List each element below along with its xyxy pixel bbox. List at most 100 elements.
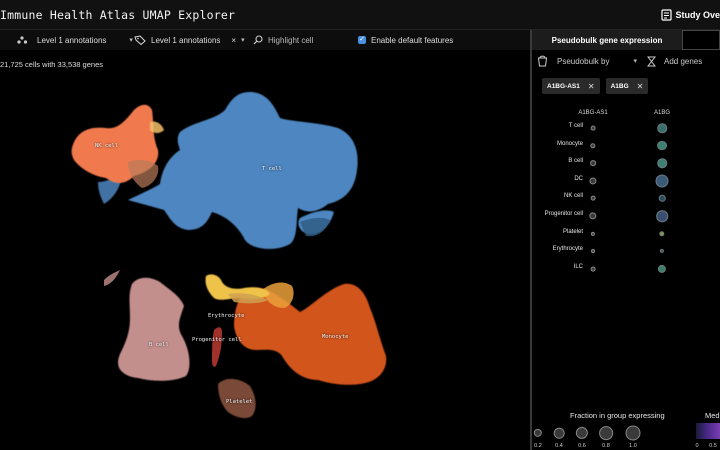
fraction-legend-tick: 1.0 (629, 443, 637, 449)
highlight-cell-input[interactable]: Highlight cell ▾ (253, 35, 364, 45)
dotplot-row: Erythrocyte (532, 245, 720, 257)
dotplot-row: B cell (532, 157, 720, 169)
b-cell-fragment (104, 270, 120, 286)
expression-dot[interactable] (655, 174, 669, 188)
mean-legend-title: Med (705, 411, 720, 420)
umap-scatter[interactable] (0, 50, 531, 450)
fraction-legend-tick: 0.4 (555, 443, 563, 449)
study-overview-button[interactable]: Study Ove (661, 6, 720, 24)
expression-dot[interactable] (659, 230, 665, 237)
gene-chips: A1BG-AS1 ✕ A1BG ✕ (542, 78, 649, 94)
checkbox-icon[interactable]: ✓ (358, 36, 366, 44)
default-features-toggle[interactable]: ✓ Enable default features (358, 36, 453, 45)
study-overview-label: Study Ove (675, 10, 720, 20)
expression-dot[interactable] (657, 264, 667, 273)
palette-icon (17, 36, 28, 44)
tab-secondary[interactable] (682, 30, 720, 50)
expression-dot[interactable] (657, 123, 667, 133)
fraction-legend-circle (575, 426, 589, 440)
app-title: Immune Health Atlas UMAP Explorer (0, 8, 236, 22)
fraction-legend-tick: 0.2 (534, 443, 542, 449)
panel-tabs: Pseudobulk gene expression (532, 30, 720, 50)
tag-icon (134, 35, 146, 45)
bucket-icon (537, 55, 548, 67)
expression-dot[interactable] (590, 266, 596, 272)
expression-dot[interactable] (590, 125, 596, 131)
cluster-label-platelet: Platelet (226, 399, 253, 405)
umap-plot[interactable]: NK cell T cell B cell Erythrocyte Progen… (0, 50, 531, 450)
cell-type-label: B cell (568, 158, 583, 165)
expression-dot[interactable] (591, 249, 595, 254)
expression-dot[interactable] (657, 158, 667, 168)
cluster-label-progenitor-cell: Progenitor cell (192, 337, 242, 343)
cell-type-label: ILC (573, 263, 583, 270)
b-cell-cluster (118, 277, 190, 381)
cell-type-label: Erythrocyte (552, 246, 583, 253)
label-by-label: Level 1 annotations (151, 35, 221, 45)
dotplot-row: Progenitor cell (532, 210, 720, 222)
highlight-cell-placeholder: Highlight cell (268, 35, 314, 45)
expression-dot[interactable] (658, 195, 666, 202)
cluster-label-b-cell: B cell (149, 342, 169, 348)
close-icon[interactable]: ✕ (588, 82, 595, 91)
color-by-label: Level 1 annotations (37, 35, 107, 45)
umap-toolbar: Level 1 annotations ▾ Level 1 annotation… (0, 30, 531, 50)
dotplot-column-header: A1BG-AS1 (578, 110, 608, 116)
color-by-select[interactable]: Level 1 annotations ▾ (16, 35, 133, 45)
cell-type-label: T cell (568, 123, 583, 129)
fraction-legend-circle (599, 426, 613, 440)
fraction-legend-tick: 0.8 (602, 443, 610, 449)
fraction-legend-title: Fraction in group expressing (570, 411, 665, 420)
fraction-legend-circle (625, 425, 641, 441)
label-by-select[interactable]: Level 1 annotations × ▾ (134, 35, 245, 45)
fraction-legend-circle (533, 428, 543, 438)
side-panel: Pseudobulk gene expression Pseudobulk by… (532, 30, 720, 450)
default-features-label: Enable default features (371, 35, 454, 45)
dotplot-row: Monocyte (532, 140, 720, 152)
cell-type-label: Monocyte (556, 140, 583, 147)
expression-dot[interactable] (590, 196, 596, 201)
chevron-down-icon: ▾ (129, 37, 133, 44)
chevron-down-icon[interactable]: ▾ (633, 57, 637, 65)
expression-dot[interactable] (657, 140, 667, 151)
pseudobulk-by-select[interactable]: Pseudobulk by (557, 57, 609, 66)
dotplot-row: NK cell (532, 192, 720, 204)
gene-chip[interactable]: A1BG ✕ (605, 78, 649, 94)
cluster-label-erythrocyte: Erythrocyte (208, 313, 245, 319)
cluster-label-nk-cell: NK cell (95, 143, 119, 149)
colorbar-tick: 0 (695, 443, 699, 449)
nk-cell-gradient (128, 159, 159, 188)
dotplot-row: T cell (532, 122, 720, 134)
cell-type-label: NK cell (563, 193, 583, 200)
add-genes-input[interactable]: Add genes (664, 57, 702, 66)
dotplot-row: ILC (532, 263, 720, 275)
expression-dot[interactable] (590, 231, 596, 236)
cluster-label-monocyte: Monocyte (322, 334, 349, 340)
expression-dot[interactable] (589, 177, 597, 185)
expression-dot[interactable] (590, 160, 596, 167)
erythrocyte-cluster (212, 327, 222, 367)
chevron-down-icon: ▾ (241, 37, 245, 44)
mean-expression-colorbar (696, 423, 720, 439)
expression-dot[interactable] (656, 210, 668, 222)
dotplot-row: Platelet (532, 228, 720, 240)
cluster-label-t-cell: T cell (262, 166, 282, 172)
expression-dot[interactable] (659, 249, 665, 254)
expression-dot[interactable] (589, 212, 597, 220)
dotplot-row: DC (532, 174, 720, 188)
expression-dot[interactable] (590, 142, 596, 149)
fraction-legend-circle (553, 427, 565, 439)
close-icon[interactable]: ✕ (637, 82, 644, 91)
title-bar: Immune Health Atlas UMAP Explorer Study … (0, 0, 720, 30)
gene-chip[interactable]: A1BG-AS1 ✕ (542, 78, 600, 94)
cell-count-text: 21,725 cells with 33,538 genes (0, 60, 103, 69)
hourglass-icon (647, 56, 656, 66)
t-cell-sweep-dark (300, 217, 330, 237)
pseudobulk-controls: Pseudobulk by ▾ Add genes (536, 53, 720, 69)
dotplot-column-header: A1BG (653, 110, 671, 116)
colorbar-tick: 0.5 (709, 443, 717, 449)
nk-cell-tip (150, 121, 164, 133)
clear-icon[interactable]: × (231, 36, 236, 45)
tab-pseudobulk-gene-expression[interactable]: Pseudobulk gene expression (532, 30, 682, 50)
search-icon (253, 35, 263, 45)
